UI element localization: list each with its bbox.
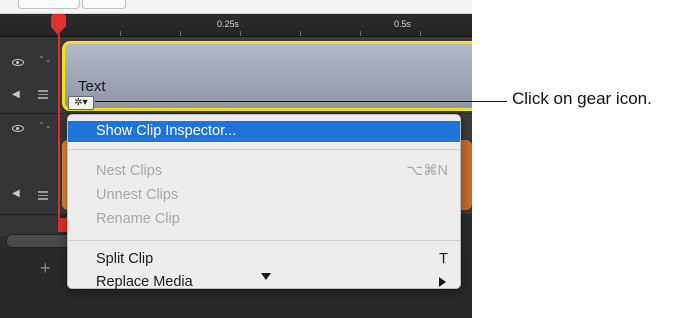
hamburger-icon[interactable] xyxy=(38,191,48,200)
menu-separator xyxy=(68,149,460,150)
eye-icon[interactable] xyxy=(12,59,24,66)
menu-item-label: Show Clip Inspector... xyxy=(96,123,237,139)
chevron-right-icon xyxy=(439,277,446,287)
plus-icon[interactable]: + xyxy=(40,258,51,279)
chevron-down-icon[interactable] xyxy=(261,273,271,280)
ruler-tick xyxy=(420,31,421,36)
ruler-label-05: 0.5s xyxy=(394,19,412,29)
menu-item-nest-clips[interactable]: Nest Clips ⌥⌘N xyxy=(68,161,460,182)
gear-icon[interactable]: ✲▾ xyxy=(68,96,94,110)
ruler-tick xyxy=(120,31,121,36)
callout-text: Click on gear icon. xyxy=(512,89,652,108)
ruler-label-025: 0.25s xyxy=(217,19,240,29)
ruler-tick xyxy=(240,31,241,36)
toolbar-button[interactable] xyxy=(82,0,126,9)
menu-item-label: Rename Clip xyxy=(96,211,180,227)
ruler-tick xyxy=(360,31,361,36)
eye-icon[interactable] xyxy=(12,125,24,132)
menu-item-show-clip-inspector[interactable]: Show Clip Inspector... xyxy=(68,121,460,142)
playhead-handle[interactable] xyxy=(51,14,66,27)
menu-item-label: Split Clip xyxy=(96,251,154,267)
ruler-tick xyxy=(300,31,301,36)
menu-separator xyxy=(68,240,460,241)
toolbar-strip xyxy=(0,0,472,14)
menu-item-label: Unnest Clips xyxy=(96,187,179,203)
chevron-updown-icon[interactable]: ⌃⌄ xyxy=(38,56,51,64)
menu-item-label: Replace Media xyxy=(96,274,193,290)
clip-label: Text xyxy=(78,78,106,95)
menu-item-label: Nest Clips xyxy=(96,163,163,179)
chevron-updown-icon[interactable]: ⌃⌄ xyxy=(38,122,51,130)
context-menu: Show Clip Inspector... Nest Clips ⌥⌘N Un… xyxy=(67,114,461,290)
track-header-column: ⌃⌄ ◀ ⌃⌄ ◀ xyxy=(0,37,58,237)
menu-item-unnest-clips[interactable]: Unnest Clips xyxy=(68,185,460,206)
ruler-tick xyxy=(180,31,181,36)
menu-item-shortcut: T xyxy=(439,251,448,267)
menu-item-rename-clip[interactable]: Rename Clip xyxy=(68,209,460,230)
speaker-icon[interactable]: ◀ xyxy=(12,89,20,100)
toolbar-button[interactable] xyxy=(18,0,80,9)
playhead-line xyxy=(58,34,60,224)
timeline-screen: 0.25s 0.5s ⌃⌄ ◀ ⌃⌄ ◀ Text + ✲▾ Show Clip… xyxy=(0,0,472,318)
playhead-tip xyxy=(51,27,65,35)
callout-line xyxy=(95,101,507,102)
menu-item-shortcut: ⌥⌘N xyxy=(406,163,448,179)
speaker-icon[interactable]: ◀ xyxy=(12,188,20,199)
menu-item-split-clip[interactable]: Split Clip T xyxy=(68,249,460,270)
hamburger-icon[interactable] xyxy=(38,90,48,99)
track-header-2: ⌃⌄ ◀ xyxy=(0,114,58,215)
time-ruler[interactable]: 0.25s 0.5s xyxy=(0,14,472,37)
track-header-1: ⌃⌄ ◀ xyxy=(0,37,58,114)
